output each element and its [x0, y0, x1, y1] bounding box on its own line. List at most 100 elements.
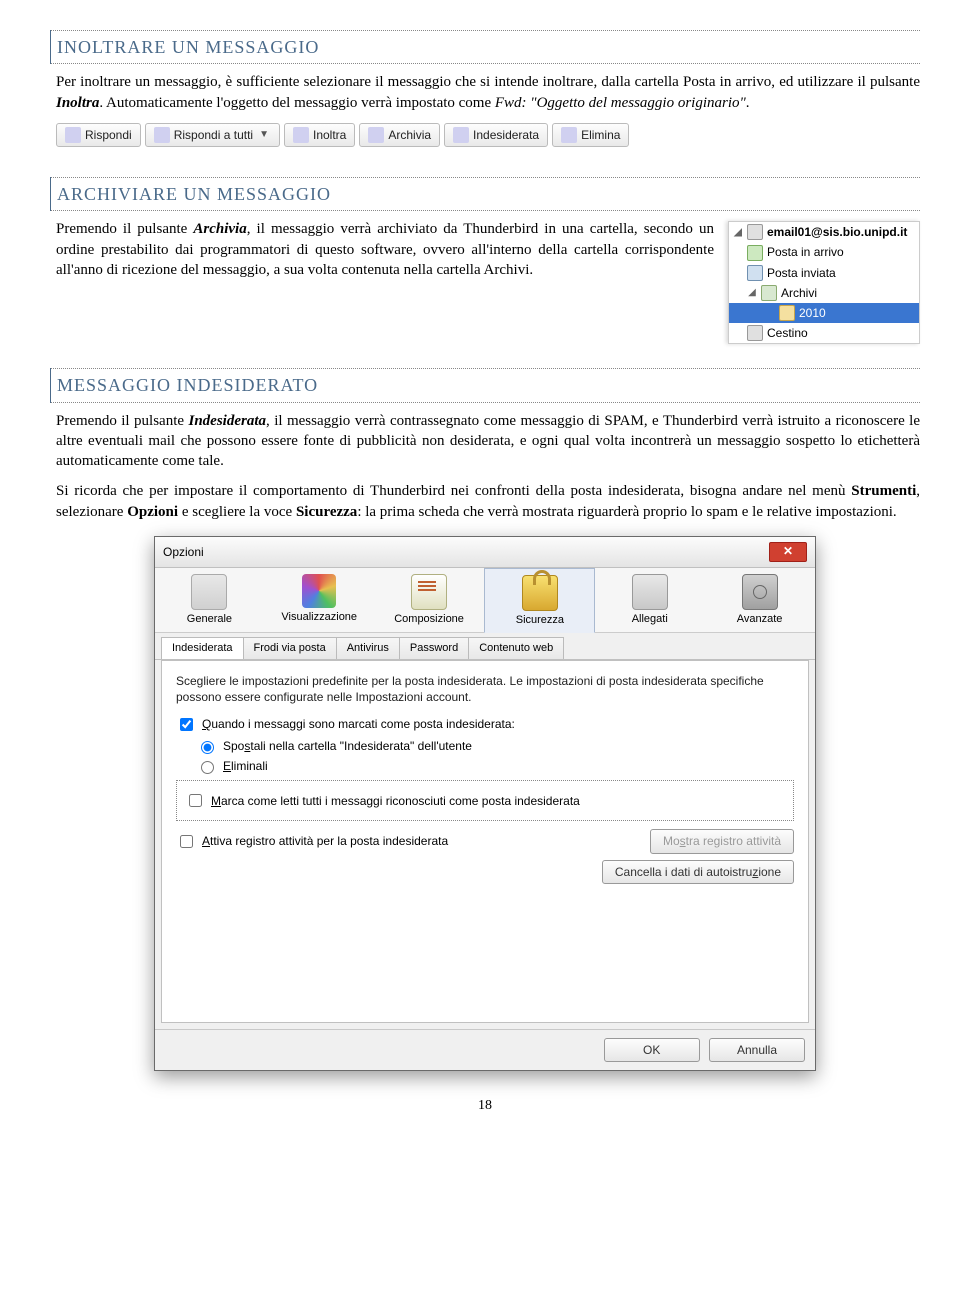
- archives-label: Archivi: [781, 285, 817, 301]
- folder-trash[interactable]: Cestino: [729, 323, 919, 343]
- folder-year-2010[interactable]: 2010: [729, 303, 919, 323]
- reply-all-icon: [154, 127, 170, 143]
- text: A: [202, 834, 210, 848]
- text: Cancella i dati di autoistru: [615, 865, 752, 879]
- dialog-title: Opzioni: [163, 544, 204, 560]
- text: tra registro attività: [686, 834, 781, 848]
- text: e scegliere la voce: [178, 504, 296, 520]
- collapse-icon[interactable]: ◢: [747, 286, 757, 300]
- sent-icon: [747, 265, 763, 281]
- ok-button[interactable]: OK: [604, 1038, 700, 1062]
- text: Si ricorda che per impostare il comporta…: [56, 483, 851, 499]
- account-row[interactable]: ◢ email01@sis.bio.unipd.it: [729, 222, 919, 242]
- move-radio[interactable]: [201, 741, 214, 754]
- archive-icon: [761, 285, 777, 301]
- text: arca come letti tutti i messaggi riconos…: [221, 794, 580, 808]
- junk-label: Indesiderata: [473, 127, 539, 143]
- category-label: Allegati: [597, 612, 702, 627]
- category-general[interactable]: Generale: [155, 568, 265, 632]
- show-log-button[interactable]: Mostra registro attività: [650, 829, 794, 853]
- reply-button[interactable]: Rispondi: [56, 123, 141, 147]
- text: Premendo il pulsante: [56, 413, 188, 429]
- category-security[interactable]: Sicurezza: [484, 568, 595, 633]
- enable-log-checkbox[interactable]: [180, 835, 193, 848]
- folder-tree-panel: ◢ email01@sis.bio.unipd.it Posta in arriv…: [728, 221, 920, 344]
- folder-sent[interactable]: Posta inviata: [729, 263, 919, 283]
- mark-read-label: Marca come letti tutti i messaggi ricono…: [211, 793, 580, 809]
- forward-label: Inoltra: [313, 127, 346, 143]
- category-advanced[interactable]: Avanzate: [705, 568, 815, 632]
- keyword-archivia: Archivia: [193, 221, 246, 237]
- text: : la prima scheda che verrà mostrata rig…: [357, 504, 896, 520]
- category-label: Avanzate: [707, 612, 812, 627]
- text: .: [746, 95, 750, 111]
- inbox-icon: [747, 245, 763, 261]
- junk-settings-panel: Scegliere le impostazioni predefinite pe…: [161, 660, 809, 1023]
- general-icon: [191, 574, 227, 610]
- reply-all-label: Rispondi a tutti: [174, 127, 253, 143]
- delete-label: Elimina: [581, 127, 620, 143]
- category-attachments[interactable]: Allegati: [595, 568, 705, 632]
- forward-paragraph: Per inoltrare un messaggio, è sufficient…: [56, 72, 920, 113]
- flame-icon: [453, 127, 469, 143]
- subtab-fraud[interactable]: Frodi via posta: [243, 637, 337, 659]
- reply-all-button[interactable]: Rispondi a tutti ▼: [145, 123, 280, 147]
- reply-label: Rispondi: [85, 127, 132, 143]
- text: . Automaticamente l'oggetto del messaggi…: [99, 95, 495, 111]
- mark-read-checkbox[interactable]: [189, 794, 202, 807]
- move-to-junk-row: Spostali nella cartella "Indesiderata" d…: [196, 738, 794, 754]
- category-compose[interactable]: Composizione: [375, 568, 485, 632]
- chevron-down-icon[interactable]: ▼: [257, 128, 271, 142]
- category-display[interactable]: Visualizzazione: [265, 568, 375, 632]
- trash-label: Cestino: [767, 325, 808, 341]
- example-subject: Fwd: "Oggetto del messaggio originario": [495, 95, 746, 111]
- inbox-label: Posta in arrivo: [767, 244, 844, 260]
- keyword-strumenti: Strumenti: [851, 483, 916, 499]
- text: ttiva registro attività per la posta ind…: [210, 834, 448, 848]
- subtab-junk[interactable]: Indesiderata: [161, 637, 244, 659]
- collapse-icon[interactable]: ◢: [733, 226, 743, 240]
- when-marked-checkbox[interactable]: [180, 718, 193, 731]
- text: Per inoltrare un messaggio, è sufficient…: [56, 74, 920, 90]
- folder-icon: [779, 305, 795, 321]
- subtab-row: Indesiderata Frodi via posta Antivirus P…: [155, 633, 815, 660]
- junk-paragraph-1: Premendo il pulsante Indesiderata, il me…: [56, 411, 920, 472]
- category-label: Generale: [157, 612, 262, 627]
- text: Q: [202, 717, 211, 731]
- category-label: Visualizzazione: [267, 610, 372, 625]
- subtab-password[interactable]: Password: [399, 637, 469, 659]
- compose-icon: [411, 574, 447, 610]
- reset-training-button[interactable]: Cancella i dati di autoistruzione: [602, 860, 794, 884]
- section-title-junk: MESSAGGIO INDESIDERATO: [51, 368, 920, 402]
- text: uando i messaggi sono marcati come posta…: [211, 717, 515, 731]
- junk-paragraph-2: Si ricorda che per impostare il comporta…: [56, 481, 920, 522]
- folder-archives[interactable]: ◢ Archivi: [729, 283, 919, 303]
- junk-button[interactable]: Indesiderata: [444, 123, 548, 147]
- keyword-sicurezza: Sicurezza: [296, 504, 357, 520]
- archive-label: Archivia: [388, 127, 431, 143]
- sent-label: Posta inviata: [767, 265, 836, 281]
- paperclip-icon: [632, 574, 668, 610]
- text: Mo: [663, 834, 680, 848]
- subtab-antivirus[interactable]: Antivirus: [336, 637, 400, 659]
- subtab-web[interactable]: Contenuto web: [468, 637, 564, 659]
- delete-button[interactable]: Elimina: [552, 123, 629, 147]
- mail-icon: [747, 224, 763, 240]
- section-title-archive: ARCHIVIARE UN MESSAGGIO: [51, 177, 920, 211]
- text: tali nella cartella "Indesiderata" dell'…: [250, 739, 472, 753]
- text: M: [211, 794, 221, 808]
- forward-button[interactable]: Inoltra: [284, 123, 355, 147]
- enable-log-row: Attiva registro attività per la posta in…: [176, 829, 794, 853]
- keyword-inoltra: Inoltra: [56, 95, 99, 111]
- panel-description: Scegliere le impostazioni predefinite pe…: [176, 673, 794, 705]
- category-row: Generale Visualizzazione Composizione Si…: [155, 568, 815, 633]
- close-button[interactable]: ✕: [769, 542, 807, 562]
- cancel-button[interactable]: Annulla: [709, 1038, 805, 1062]
- archive-button[interactable]: Archivia: [359, 123, 440, 147]
- options-dialog: Opzioni ✕ Generale Visualizzazione Compo…: [154, 536, 816, 1071]
- account-label: email01@sis.bio.unipd.it: [767, 224, 907, 240]
- delete-radio[interactable]: [201, 761, 214, 774]
- dialog-footer: OK Annulla: [155, 1029, 815, 1070]
- folder-inbox[interactable]: Posta in arrivo: [729, 242, 919, 262]
- category-label: Sicurezza: [487, 613, 592, 628]
